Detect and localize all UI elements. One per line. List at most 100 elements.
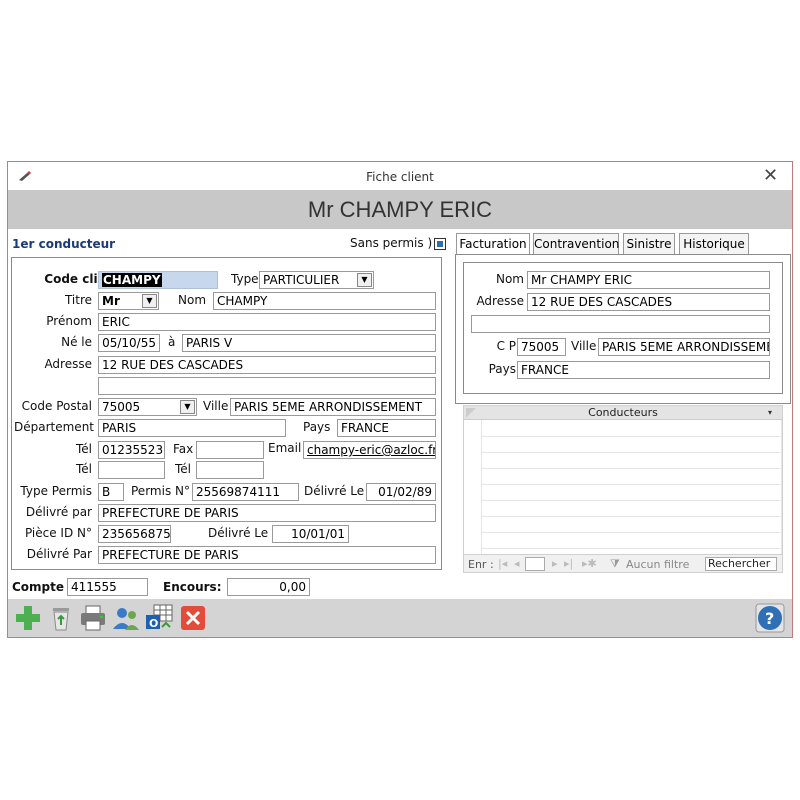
delivre-le2-field[interactable]: 10/01/01 bbox=[272, 525, 349, 543]
nom-field[interactable]: CHAMPY bbox=[213, 292, 436, 310]
pays-label: Pays bbox=[303, 420, 331, 434]
departement-label: Département bbox=[14, 420, 94, 434]
ville-field[interactable]: PARIS 5EME ARRONDISSEMENT bbox=[230, 398, 436, 416]
grid-row-line bbox=[482, 484, 782, 485]
compte-field[interactable]: 411555 bbox=[67, 578, 148, 596]
adresse2-field[interactable] bbox=[98, 377, 436, 395]
ne-le-label: Né le bbox=[61, 335, 92, 349]
type-label: Type bbox=[231, 272, 259, 286]
recycle-bin-icon[interactable] bbox=[46, 603, 76, 633]
tel2-field[interactable] bbox=[98, 461, 165, 479]
fax-label: Fax bbox=[173, 442, 194, 456]
ville-label: Ville bbox=[203, 399, 229, 413]
delivre-par-field[interactable]: PREFECTURE DE PARIS bbox=[98, 504, 436, 522]
prev-record-icon[interactable]: ◂ bbox=[514, 557, 520, 570]
window-title: Fiche client bbox=[366, 170, 434, 184]
fact-cp-label: C P bbox=[496, 339, 516, 353]
printer-icon[interactable] bbox=[78, 603, 108, 633]
filter-label[interactable]: Aucun filtre bbox=[626, 558, 689, 571]
fact-nom-label: Nom bbox=[495, 272, 524, 286]
delivre-par2-label: Délivré Par bbox=[26, 547, 92, 561]
adresse-label: Adresse bbox=[44, 357, 92, 371]
first-record-icon[interactable]: |◂ bbox=[498, 557, 507, 570]
code-postal-select[interactable]: 75005 ▼ bbox=[98, 398, 197, 416]
fact-adresse2-field[interactable] bbox=[471, 315, 770, 333]
fact-adresse1-field[interactable]: 12 RUE DES CASCADES bbox=[527, 293, 770, 311]
tab-historique[interactable]: Historique bbox=[679, 233, 749, 255]
permis-n-label: Permis N° bbox=[131, 484, 190, 498]
prenom-label: Prénom bbox=[46, 314, 92, 328]
filter-icon[interactable]: ⧩ bbox=[610, 557, 620, 571]
prenom-field[interactable]: ERIC bbox=[98, 313, 436, 331]
bottom-toolbar: O ? bbox=[8, 599, 792, 637]
email-label: Email bbox=[268, 441, 302, 455]
type-select[interactable]: PARTICULIER ▼ bbox=[259, 271, 374, 289]
title-bar: Fiche client ✕ bbox=[8, 162, 792, 190]
tel2-label: Tél bbox=[75, 462, 92, 476]
chevron-down-icon[interactable]: ▾ bbox=[768, 406, 772, 420]
fact-cp-field[interactable]: 75005 bbox=[517, 338, 566, 356]
new-record-icon[interactable]: ▸✱ bbox=[582, 557, 597, 570]
email-field[interactable]: champy-eric@azloc.fr bbox=[303, 441, 436, 459]
section-title: 1er conducteur bbox=[12, 237, 116, 251]
departement-field[interactable]: PARIS bbox=[98, 419, 286, 437]
sans-permis-checkbox[interactable] bbox=[434, 238, 446, 250]
grid-right-border bbox=[781, 420, 782, 554]
record-nav-label: Enr : bbox=[468, 558, 494, 571]
chevron-down-icon[interactable]: ▼ bbox=[357, 273, 372, 287]
chevron-down-icon[interactable]: ▼ bbox=[180, 400, 195, 414]
outlook-table-icon[interactable]: O bbox=[144, 603, 174, 633]
tab-contravention[interactable]: Contravention bbox=[533, 233, 619, 255]
fact-ville-label: Ville bbox=[571, 339, 597, 353]
encours-field[interactable]: 0,00 bbox=[227, 578, 310, 596]
close-red-icon[interactable] bbox=[178, 603, 208, 633]
tel3-field[interactable] bbox=[196, 461, 264, 479]
tab-sinistre[interactable]: Sinistre bbox=[623, 233, 675, 255]
help-icon[interactable]: ? bbox=[755, 603, 785, 633]
svg-text:O: O bbox=[149, 617, 158, 630]
select-all-icon[interactable] bbox=[466, 408, 476, 418]
row-selector-divider bbox=[481, 420, 482, 554]
titre-select[interactable]: Mr ▼ bbox=[98, 292, 159, 310]
code-postal-value: 75005 bbox=[102, 400, 141, 414]
type-permis-label: Type Permis bbox=[20, 484, 92, 498]
piece-id-label: Pièce ID N° bbox=[24, 526, 92, 540]
fax-field[interactable] bbox=[196, 441, 264, 459]
chevron-down-icon[interactable]: ▼ bbox=[142, 294, 157, 308]
users-icon[interactable] bbox=[111, 603, 141, 633]
conducteurs-title: Conducteurs bbox=[588, 406, 658, 419]
type-value: PARTICULIER bbox=[263, 273, 340, 287]
next-record-icon[interactable]: ▸ bbox=[552, 557, 558, 570]
pays-field[interactable]: FRANCE bbox=[337, 419, 436, 437]
sans-permis-label: Sans permis ) bbox=[350, 236, 433, 250]
code-client-field[interactable]: CHAMPY bbox=[98, 271, 218, 289]
fact-adresse-label: Adresse bbox=[476, 294, 524, 308]
svg-text:?: ? bbox=[765, 609, 774, 628]
delivre-par2-field[interactable]: PREFECTURE DE PARIS bbox=[98, 546, 436, 564]
tel-field[interactable]: 01235523 bbox=[98, 441, 165, 459]
titre-value: Mr bbox=[102, 294, 120, 308]
adresse1-field[interactable]: 12 RUE DES CASCADES bbox=[98, 356, 436, 374]
lieu-naissance-field[interactable]: PARIS V bbox=[182, 334, 436, 352]
tel3-label: Tél bbox=[175, 462, 192, 476]
compte-label: Compte : bbox=[12, 580, 73, 594]
delivre-par-label: Délivré par bbox=[25, 505, 92, 519]
close-icon[interactable]: ✕ bbox=[763, 167, 778, 185]
record-number-input[interactable] bbox=[525, 557, 545, 571]
fact-pays-field[interactable]: FRANCE bbox=[517, 361, 770, 379]
fact-pays-label: Pays bbox=[488, 362, 516, 376]
piece-id-field[interactable]: 2356568754 bbox=[98, 525, 171, 543]
fact-nom-field[interactable]: Mr CHAMPY ERIC bbox=[527, 271, 770, 289]
last-record-icon[interactable]: ▸| bbox=[564, 557, 573, 570]
fact-ville-field[interactable]: PARIS 5EME ARRONDISSEME bbox=[598, 338, 770, 356]
search-input[interactable]: Rechercher bbox=[705, 557, 777, 571]
conducteurs-grid: Conducteurs ▾ Enr : |◂ ◂ ▸ ▸| ▸✱ ⧩ Aucun… bbox=[463, 405, 783, 573]
delivre-le-field[interactable]: 01/02/89 bbox=[366, 483, 436, 501]
permis-n-field[interactable]: 25569874111 bbox=[192, 483, 299, 501]
plus-icon[interactable] bbox=[13, 603, 43, 633]
ne-le-field[interactable]: 05/10/55 bbox=[98, 334, 160, 352]
type-permis-field[interactable]: B bbox=[98, 483, 124, 501]
grid-row-line bbox=[482, 436, 782, 437]
encours-label: Encours: bbox=[163, 580, 222, 594]
tab-facturation[interactable]: Facturation bbox=[456, 233, 530, 255]
